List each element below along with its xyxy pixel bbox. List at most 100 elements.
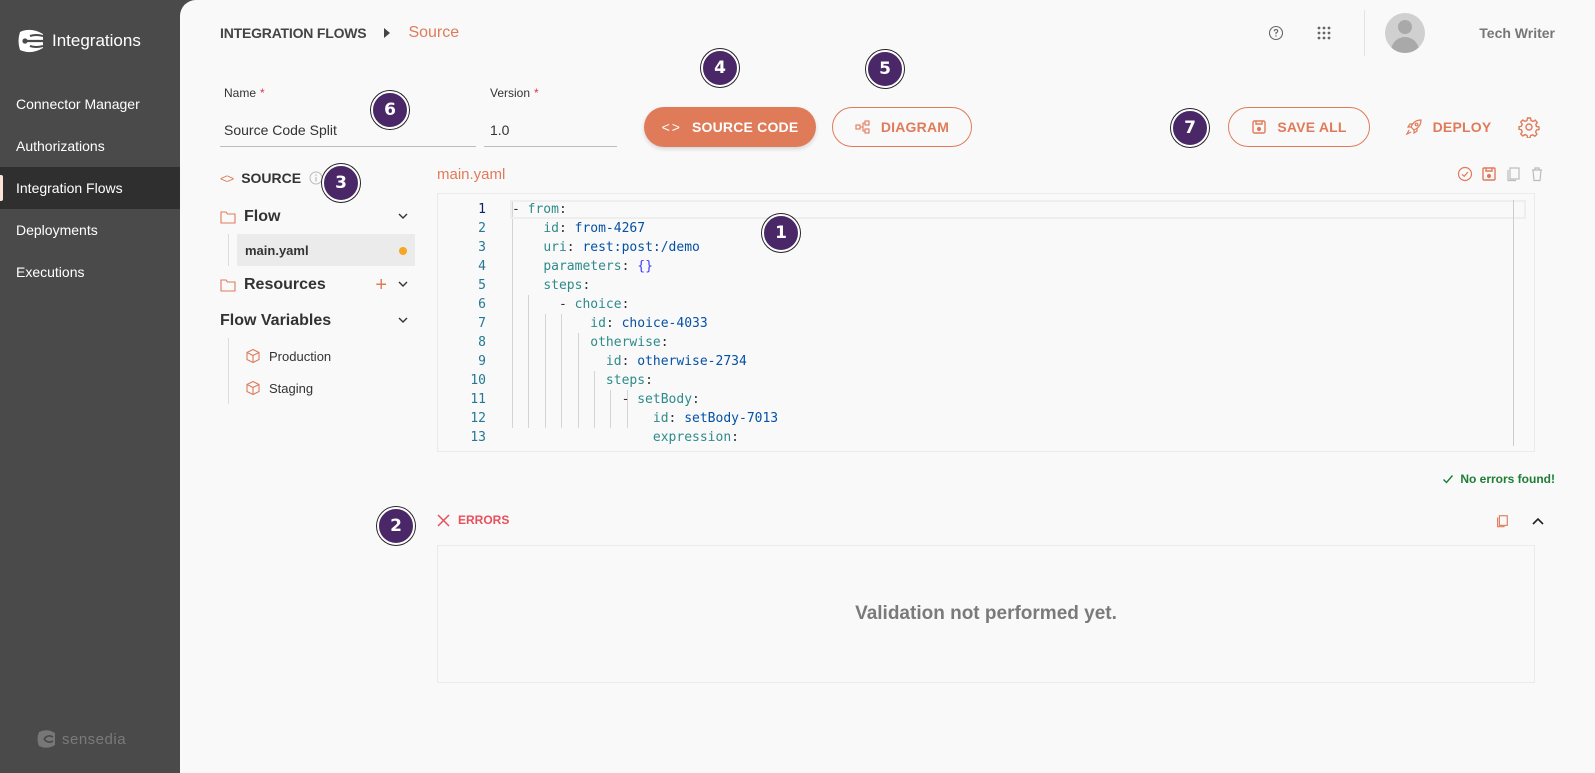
breadcrumb-root[interactable]: INTEGRATION FLOWS <box>220 25 367 41</box>
tree-section-resources[interactable]: Resources + <box>220 268 415 302</box>
tree-section-label: Flow <box>244 208 281 225</box>
copy-icon[interactable] <box>1505 166 1521 182</box>
source-tree-header: <> SOURCE <box>220 162 415 194</box>
validation-status: No errors found! <box>1442 472 1555 486</box>
flow-variables-list: Production Staging <box>228 338 415 404</box>
diagram-button[interactable]: DIAGRAM <box>832 107 972 147</box>
code-line[interactable]: - choice: <box>512 295 1534 314</box>
copy-errors-icon[interactable] <box>1495 514 1509 528</box>
chevron-down-icon[interactable] <box>397 278 409 290</box>
deploy-button[interactable]: DEPLOY <box>1402 107 1494 147</box>
line-number: 13 <box>470 430 486 445</box>
breadcrumb-current: Source <box>408 24 460 41</box>
name-input[interactable] <box>220 112 476 147</box>
editor-filename: main.yaml <box>437 166 506 183</box>
tree-section-flow[interactable]: Flow <box>220 200 415 234</box>
variable-name: Production <box>269 348 332 364</box>
user-avatar[interactable] <box>1385 13 1426 53</box>
info-icon[interactable] <box>309 171 323 185</box>
code-line[interactable]: steps: <box>512 276 1534 295</box>
code-line[interactable]: steps: <box>512 371 1534 390</box>
code-line[interactable]: id: otherwise-2734 <box>512 352 1534 371</box>
brand-footer: sensedia <box>36 728 126 750</box>
add-resource-icon[interactable]: + <box>375 275 387 295</box>
code-line[interactable]: uri: rest:post:/demo <box>512 238 1534 257</box>
username[interactable]: Tech Writer <box>1479 25 1555 41</box>
save-all-button[interactable]: SAVE ALL <box>1228 107 1370 147</box>
sidebar-item-label: Deployments <box>16 222 98 238</box>
callout-badge-2: 2 <box>377 507 415 545</box>
version-field: Version * <box>484 86 617 147</box>
variable-item-staging[interactable]: Staging <box>237 372 415 404</box>
line-number: 12 <box>470 411 486 426</box>
code-line[interactable]: id: choice-4033 <box>512 314 1534 333</box>
tree-section-label: Flow Variables <box>220 312 332 329</box>
rocket-icon <box>1405 119 1422 136</box>
code-editor[interactable]: 1 2 3 4 5 6 7 8 9 10 11 12 13 - from: id: from-4267 … <box>437 193 1535 452</box>
line-number: 2 <box>478 221 486 236</box>
apps-grid-icon[interactable] <box>1314 23 1334 43</box>
header-divider <box>1364 10 1366 56</box>
line-number: 1 <box>478 202 486 217</box>
sidebar-item-authorizations[interactable]: Authorizations <box>0 125 180 167</box>
sidebar-nav: Connector Manager Authorizations Integra… <box>0 83 180 293</box>
editor-scrollbar[interactable] <box>1513 200 1514 446</box>
main-panel: INTEGRATION FLOWS Source Tech Writer Nam… <box>180 0 1595 773</box>
settings-gear-icon[interactable] <box>1518 116 1540 138</box>
line-number: 8 <box>478 335 486 350</box>
folder-icon <box>220 279 236 292</box>
code-line[interactable]: id: setBody-7013 <box>512 409 1534 428</box>
callout-badge-7: 7 <box>1171 109 1209 147</box>
line-number: 6 <box>478 297 486 312</box>
code-line[interactable]: - from: <box>510 200 1534 219</box>
code-line[interactable]: otherwise: <box>512 333 1534 352</box>
errors-header: ERRORS <box>437 513 509 527</box>
diagram-label: DIAGRAM <box>880 119 950 135</box>
delete-trash-icon[interactable] <box>1529 166 1545 182</box>
folder-icon <box>220 211 236 224</box>
chevron-down-icon[interactable] <box>397 210 409 222</box>
line-number: 4 <box>478 259 486 274</box>
line-numbers: 1 2 3 4 5 6 7 8 9 10 11 12 13 <box>438 200 486 447</box>
source-code-button[interactable]: <> SOURCE CODE <box>644 107 816 147</box>
source-tree-title: SOURCE <box>241 170 302 186</box>
callout-badge-6: 6 <box>371 91 409 129</box>
code-line[interactable]: parameters: {} <box>512 257 1534 276</box>
source-code-label: SOURCE CODE <box>691 119 799 135</box>
file-item-main-yaml[interactable]: main.yaml <box>237 234 415 266</box>
code-line[interactable]: - setBody: <box>512 390 1534 409</box>
sidebar-item-integration-flows[interactable]: Integration Flows <box>0 167 180 209</box>
variable-item-production[interactable]: Production <box>237 340 415 372</box>
close-x-icon <box>437 513 450 527</box>
header-actions: Tech Writer <box>1238 10 1555 56</box>
code-brackets-icon: <> <box>220 170 234 186</box>
sidebar: Integrations Connector Manager Authoriza… <box>0 0 180 773</box>
name-field: Name * <box>220 86 476 147</box>
line-number: 3 <box>478 240 486 255</box>
code-line[interactable]: expression: <box>512 428 1534 447</box>
errors-title: ERRORS <box>458 513 510 527</box>
sidebar-item-deployments[interactable]: Deployments <box>0 209 180 251</box>
chevron-down-icon[interactable] <box>397 314 409 326</box>
integrations-logo-icon <box>18 29 44 53</box>
errors-message: Validation not performed yet. <box>855 603 1117 624</box>
variable-name: Staging <box>269 380 314 396</box>
app-logo[interactable]: Integrations <box>16 26 141 56</box>
breadcrumb-separator-icon <box>384 28 391 38</box>
line-number: 10 <box>470 373 486 388</box>
chevron-up-icon[interactable] <box>1531 514 1545 528</box>
sidebar-item-connector-manager[interactable]: Connector Manager <box>0 83 180 125</box>
help-icon[interactable] <box>1266 23 1286 43</box>
save-file-icon[interactable] <box>1481 166 1497 182</box>
validate-check-icon[interactable] <box>1457 166 1473 182</box>
breadcrumb: INTEGRATION FLOWS Source <box>220 24 459 42</box>
version-input[interactable] <box>484 112 617 147</box>
code-content[interactable]: - from: id: from-4267 uri: rest:post:/de… <box>510 200 1534 447</box>
brand-name: sensedia <box>62 730 127 748</box>
cube-icon <box>246 348 260 364</box>
callout-badge-1: 1 <box>762 214 800 252</box>
sidebar-item-executions[interactable]: Executions <box>0 251 180 293</box>
tree-section-flow-variables[interactable]: Flow Variables <box>220 304 415 338</box>
flow-files: main.yaml <box>228 234 415 266</box>
code-line[interactable]: id: from-4267 <box>512 219 1534 238</box>
